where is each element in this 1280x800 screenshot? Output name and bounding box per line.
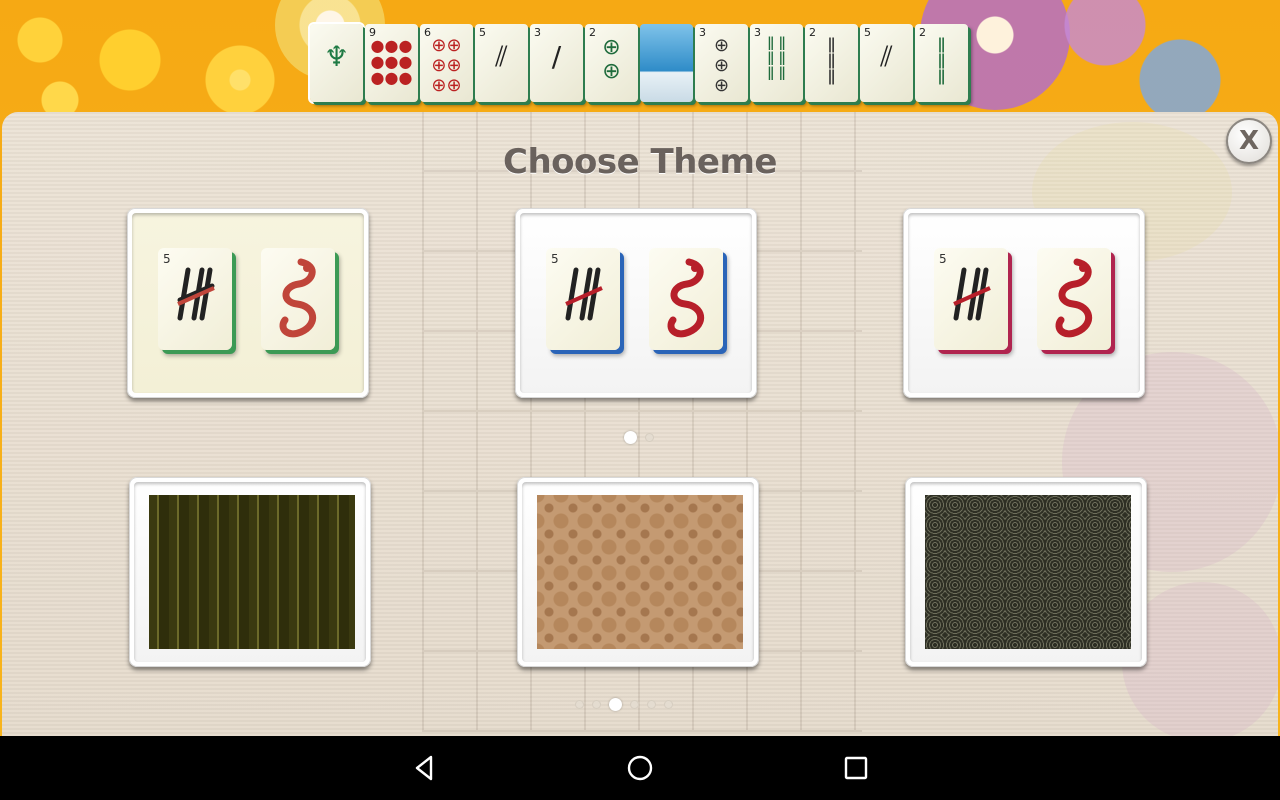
board-tile[interactable]: 3 ⊕ ⊕ ⊕ [695, 24, 748, 102]
tile-number: 3 [534, 26, 541, 39]
tile-number: 5 [864, 26, 871, 39]
bamboo-tile-preview: 5 [158, 248, 232, 350]
board-tile[interactable]: 2 ⊕ ⊕ [585, 24, 638, 102]
bamboo-icon: ǁǁǁ [827, 34, 836, 85]
board-tile[interactable]: 9 ●●● ●●● ●●● [365, 24, 418, 102]
page-dot[interactable] [647, 700, 656, 709]
dragon-icon [667, 258, 704, 338]
bamboo-icon: ⫽ [880, 40, 893, 73]
pattern-preview [925, 495, 1131, 649]
tile-theme-option-cream-green[interactable]: 5 [127, 208, 369, 398]
circles-icon: ⊕ ⊕ [602, 35, 621, 84]
page-dot[interactable] [630, 700, 639, 709]
tile-theme-option-white-blue[interactable]: 5 [515, 208, 757, 398]
back-button[interactable] [411, 754, 439, 782]
page-dot[interactable] [664, 700, 673, 709]
board-tile-photo[interactable] [640, 24, 693, 102]
background-theme-option-tan-damask[interactable] [517, 477, 759, 667]
board-tile[interactable]: 5 ⫽ [475, 24, 528, 102]
background-theme-option-charcoal-circles[interactable] [905, 477, 1147, 667]
dragon-tile-preview [1037, 248, 1111, 350]
dragon-icon: ♆ [323, 40, 350, 73]
circles-icon: ⊕ ⊕ ⊕ [713, 35, 730, 96]
bamboo-icon: ⫽ [495, 40, 508, 73]
recents-button[interactable] [842, 754, 870, 782]
tile-theme-page-indicator [624, 431, 654, 444]
background-theme-page-indicator [575, 698, 673, 711]
android-navigation-bar [0, 736, 1280, 800]
circles-icon: ●●● ●●● ●●● [370, 36, 413, 87]
dragon-icon [1055, 258, 1092, 338]
pattern-preview [537, 495, 743, 649]
board-tile[interactable]: 5 ⫽ [860, 24, 913, 102]
board-tile[interactable]: 3/ [530, 24, 583, 102]
bamboo-icon [565, 267, 603, 321]
board-tile-row: ♆ 9 ●●● ●●● ●●● 6 ⊕⊕ ⊕⊕ ⊕⊕ 5 ⫽ 3/ 2 ⊕ ⊕ 3 ⊕ ⊕ ⊕ 3ǁ ǁ… [310, 24, 970, 102]
bamboo-icon: ǁ ǁǁ ǁǁ ǁ [767, 35, 786, 81]
bamboo-icon: ǁǁǁ [937, 34, 946, 85]
page-dot-active[interactable] [624, 431, 637, 444]
bamboo-tile-preview: 5 [934, 248, 1008, 350]
dialog-title: Choose Theme [503, 142, 777, 182]
tile-theme-option-white-magenta[interactable]: 5 [903, 208, 1145, 398]
dragon-tile-preview [261, 248, 335, 350]
page-dot[interactable] [592, 700, 601, 709]
close-icon: X [1238, 126, 1260, 156]
page-dot[interactable] [645, 433, 654, 442]
board-tile[interactable]: 2ǁǁǁ [805, 24, 858, 102]
close-button[interactable]: X [1226, 118, 1272, 164]
board-tile[interactable]: 2ǁǁǁ [915, 24, 968, 102]
pattern-preview [149, 495, 355, 649]
dragon-icon [279, 258, 316, 338]
dragon-tile-preview [649, 248, 723, 350]
background-theme-option-olive-stripes[interactable] [129, 477, 371, 667]
decorative-flower [200, 40, 280, 120]
recents-icon [844, 756, 868, 780]
board-tile[interactable]: 3ǁ ǁǁ ǁǁ ǁ [750, 24, 803, 102]
bamboo-icon: / [551, 40, 562, 73]
bamboo-icon [177, 267, 215, 321]
board-tile[interactable]: 6 ⊕⊕ ⊕⊕ ⊕⊕ [420, 24, 473, 102]
bamboo-tile-preview: 5 [546, 248, 620, 350]
home-button[interactable] [626, 754, 654, 782]
page-dot[interactable] [575, 700, 584, 709]
circles-icon: ⊕⊕ ⊕⊕ ⊕⊕ [431, 35, 462, 96]
board-tile[interactable]: ♆ [310, 24, 363, 102]
tile-number: 5 [479, 26, 486, 39]
back-icon [415, 755, 433, 781]
bamboo-icon [953, 267, 991, 321]
home-icon [627, 755, 653, 781]
choose-theme-dialog: Choose Theme X 5 5 5 [2, 112, 1278, 736]
page-dot-active[interactable] [609, 698, 622, 711]
